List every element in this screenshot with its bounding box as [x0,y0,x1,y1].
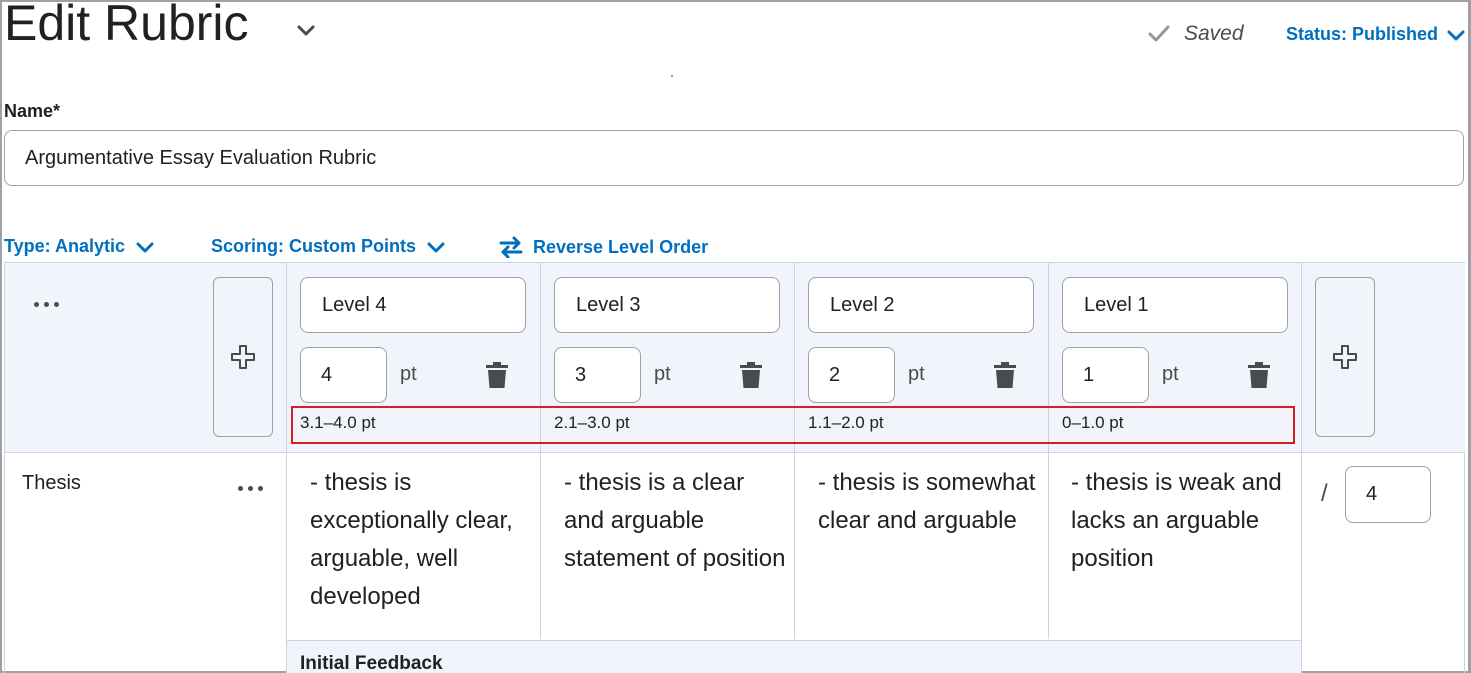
saved-indicator: Saved [1148,22,1244,46]
swap-arrows-icon [499,236,523,258]
name-input[interactable] [4,130,1464,186]
chevron-down-icon [1447,30,1465,40]
score-separator: / [1321,480,1328,507]
rubric-options-menu[interactable] [34,302,59,307]
chevron-down-icon [136,242,154,252]
ellipsis-icon [44,302,49,307]
level-name-input[interactable] [808,277,1034,333]
points-unit: pt [908,363,925,385]
level-name-input[interactable] [1062,277,1288,333]
points-unit: pt [1162,363,1179,385]
stray-dot [671,75,673,77]
criterion-description[interactable]: - thesis is a clear and arguable stateme… [564,464,789,578]
ellipsis-icon [34,302,39,307]
level-points-input[interactable] [808,347,895,403]
chevron-down-icon[interactable] [294,18,318,42]
trash-icon[interactable] [1248,362,1270,388]
scoring-label: Scoring: Custom Points [211,236,417,256]
check-icon [1148,25,1170,42]
level-name-input[interactable] [300,277,526,333]
add-level-start-button[interactable] [213,277,273,437]
points-unit: pt [654,363,671,385]
points-unit: pt [400,363,417,385]
feedback-label: Initial Feedback [300,653,443,673]
divider [540,263,541,639]
criterion-description[interactable]: - thesis is somewhat clear and arguable [818,464,1043,540]
plus-icon [231,345,255,369]
max-score-input[interactable] [1345,466,1431,523]
level-points-input[interactable] [554,347,641,403]
type-dropdown[interactable]: Type: Analytic [4,236,155,257]
status-dropdown[interactable]: Status: Published [1286,24,1466,45]
criterion-name[interactable]: Thesis [22,472,81,495]
name-label: Name* [4,101,61,121]
saved-label: Saved [1184,22,1244,45]
criterion-description[interactable]: - thesis is exceptionally clear, arguabl… [310,464,535,616]
ellipsis-icon [238,486,243,491]
level-name-input[interactable] [554,277,780,333]
divider [1301,263,1302,673]
divider [286,263,287,673]
level-points-input[interactable] [1062,347,1149,403]
divider [1048,263,1049,639]
plus-icon [1333,345,1357,369]
reverse-label: Reverse Level Order [533,236,709,257]
chevron-down-icon [427,242,445,252]
criterion-options-menu[interactable] [238,486,263,491]
reverse-level-order-button[interactable]: Reverse Level Order [499,236,708,258]
ellipsis-icon [54,302,59,307]
status-label: Status: Published [1286,24,1439,44]
feedback-row: Initial Feedback [287,640,1301,673]
scoring-dropdown[interactable]: Scoring: Custom Points [211,236,446,257]
level-points-input[interactable] [300,347,387,403]
ellipsis-icon [258,486,263,491]
trash-icon[interactable] [994,362,1016,388]
criterion-description[interactable]: - thesis is weak and lacks an arguable p… [1071,464,1296,578]
add-level-end-button[interactable] [1315,277,1375,437]
trash-icon[interactable] [486,362,508,388]
trash-icon[interactable] [740,362,762,388]
divider [5,452,1465,453]
ellipsis-icon [248,486,253,491]
range-highlight-box [291,406,1295,444]
divider [794,263,795,639]
type-label: Type: Analytic [4,236,126,256]
page-title: Edit Rubric [4,0,249,51]
